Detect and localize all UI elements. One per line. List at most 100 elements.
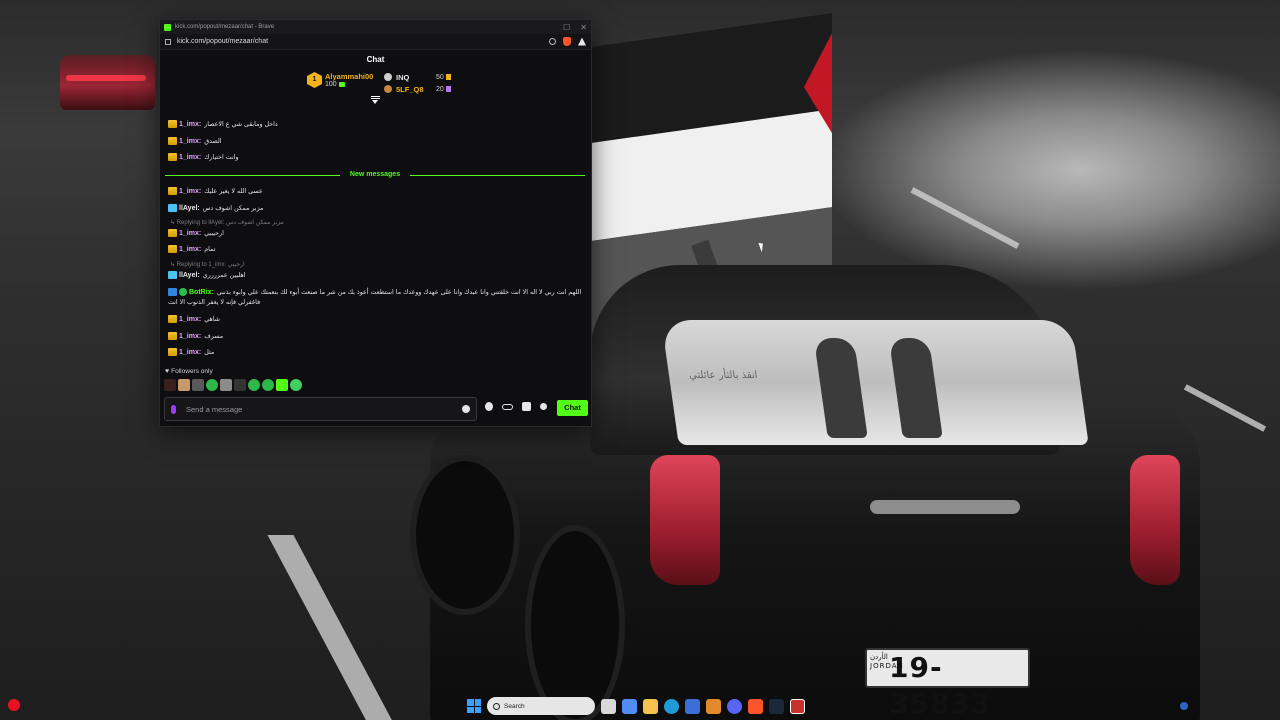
- chat-message[interactable]: 1_imx: ارحيبيي: [168, 229, 224, 237]
- brave-rewards-icon[interactable]: [578, 37, 586, 46]
- license-plate: الأردن JORDAN 19-35833: [865, 648, 1030, 720]
- brave-active-icon[interactable]: [790, 698, 805, 714]
- infinity-icon[interactable]: [502, 403, 513, 410]
- chat-message[interactable]: BotRix: اللهم انت ربي لا اله الا انت خلق…: [168, 288, 581, 296]
- brave-icon[interactable]: [748, 698, 763, 714]
- chat-text: مثل: [204, 348, 215, 356]
- reply-arrow-icon: ↳: [170, 220, 176, 226]
- chat-message[interactable]: 1_imx: داخل ومابقى شي ع الاعصار: [168, 120, 278, 128]
- chat-input[interactable]: Send a message: [164, 397, 477, 421]
- new-messages-divider[interactable]: New messages: [165, 170, 585, 180]
- emote-icon[interactable]: [276, 379, 288, 391]
- chat-message[interactable]: 1_imx: تمام: [168, 245, 215, 253]
- chat-text: تمام: [204, 245, 216, 253]
- emote-icon[interactable]: [262, 379, 274, 391]
- leaderboard-entry[interactable]: INQ 50: [384, 71, 451, 83]
- chat-username[interactable]: 1_imx:: [179, 121, 201, 128]
- chat-message[interactable]: 1_imx: مسرف: [168, 332, 223, 340]
- windows-start-icon[interactable]: [467, 699, 481, 713]
- address-bar[interactable]: kick.com/popout/mezaar/chat: [160, 34, 591, 50]
- subscriber-badge-icon: [168, 271, 177, 279]
- verified-badge-icon: [179, 288, 187, 296]
- brave-shield-icon[interactable]: [563, 37, 571, 46]
- collapse-leaderboard-icon[interactable]: [371, 96, 380, 104]
- emote-icon[interactable]: [290, 379, 302, 391]
- emoji-picker-icon[interactable]: [462, 405, 470, 413]
- leaderboard-entry[interactable]: 5LF_Q8 20: [384, 83, 451, 95]
- file-explorer-icon[interactable]: [643, 698, 658, 714]
- chat-message[interactable]: 1_imx: عسى الله لا يغير عليك: [168, 187, 263, 195]
- leaderboard-points: 50: [436, 73, 444, 81]
- store-icon[interactable]: [522, 402, 531, 411]
- emote-icon[interactable]: [220, 379, 232, 391]
- chat-header: Chat: [366, 55, 385, 64]
- gift-leaderboard: 1 Alyammahi00 100 INQ 50 5LF_Q8 20: [160, 70, 591, 104]
- chat-username[interactable]: 1_imx:: [179, 333, 201, 340]
- emote-icon[interactable]: [178, 379, 190, 391]
- store-app-icon[interactable]: [685, 698, 700, 714]
- copilot-icon[interactable]: [622, 698, 637, 714]
- zoom-icon[interactable]: [549, 38, 556, 45]
- taskbar-search[interactable]: Search: [487, 697, 595, 715]
- emote-icon[interactable]: [234, 379, 246, 391]
- taskbar: Search: [467, 697, 805, 715]
- emote-icon[interactable]: [192, 379, 204, 391]
- top-gifter-amount: 100: [325, 81, 337, 88]
- chat-text: عسى الله لا يغير عليك: [204, 187, 263, 195]
- mic-icon[interactable]: [171, 404, 176, 414]
- steam-icon[interactable]: [769, 698, 784, 714]
- rank-badge-icon: 1: [307, 72, 322, 88]
- new-messages-label: New messages: [349, 171, 401, 178]
- close-icon[interactable]: ✕: [580, 23, 587, 32]
- leaderboard-top-gifter[interactable]: 1 Alyammahi00 100: [307, 72, 373, 88]
- crown-badge-icon: [168, 332, 177, 340]
- chat-message-continued: فاغفرلي فإنه لا يغفر الذنوب الا انت: [168, 299, 260, 306]
- blender-icon[interactable]: [706, 698, 721, 714]
- silver-medal-icon: [384, 73, 392, 81]
- chat-message[interactable]: llAyel: مزبر ممكن اشوف دس: [168, 204, 263, 212]
- search-icon: [493, 702, 500, 710]
- chat-message[interactable]: 1_imx: الصدق: [168, 137, 222, 145]
- chat-username[interactable]: llAyel:: [179, 272, 200, 279]
- reply-context[interactable]: ↳ Replying to 1_imx: ارحيبي: [170, 261, 245, 268]
- chat-message[interactable]: 1_imx: شاهي: [168, 315, 220, 323]
- chat-message[interactable]: 1_imx: وانت اختيارك: [168, 153, 239, 161]
- chat-username[interactable]: 1_imx:: [179, 230, 201, 237]
- crown-badge-icon: [168, 229, 177, 237]
- chat-username[interactable]: 1_imx:: [179, 138, 201, 145]
- chat-username[interactable]: llAyel:: [179, 205, 200, 212]
- chat-text: داخل ومابقى شي ع الاعصار: [204, 120, 278, 128]
- emote-icon[interactable]: [248, 379, 260, 391]
- leaderboard-name: 5LF_Q8: [396, 84, 424, 94]
- users-icon[interactable]: [485, 402, 493, 411]
- crown-badge-icon: [168, 153, 177, 161]
- chat-username[interactable]: 1_imx:: [179, 246, 201, 253]
- emote-icon[interactable]: [164, 379, 176, 391]
- edge-icon[interactable]: [664, 698, 679, 714]
- chat-message[interactable]: llAyel: اهليين عمرررري: [168, 271, 245, 279]
- chat-message[interactable]: 1_imx: مثل: [168, 348, 214, 356]
- site-info-icon[interactable]: [165, 38, 171, 45]
- reply-context[interactable]: ↳ Replying to llAyel: مزبر ممكن اشوف دس: [170, 219, 284, 226]
- tray-icon[interactable]: [1180, 702, 1188, 710]
- chat-username[interactable]: 1_imx:: [179, 188, 201, 195]
- rear-window-decal: انقذ بالثأر عائلتي: [661, 320, 1089, 445]
- address-url[interactable]: kick.com/popout/mezaar/chat: [177, 38, 268, 45]
- maximize-icon[interactable]: ☐: [563, 23, 570, 32]
- crown-badge-icon: [168, 348, 177, 356]
- gear-icon[interactable]: [540, 403, 547, 410]
- chat-text: مسرف: [204, 332, 224, 340]
- taskbar-widgets[interactable]: [8, 699, 24, 713]
- kick-coin-icon: [338, 81, 345, 87]
- emote-icon[interactable]: [206, 379, 218, 391]
- notification-icon[interactable]: [8, 699, 20, 711]
- chat-username[interactable]: 1_imx:: [179, 316, 201, 323]
- task-view-icon[interactable]: [601, 698, 616, 714]
- discord-icon[interactable]: [727, 698, 742, 714]
- chat-input-placeholder[interactable]: Send a message: [186, 405, 242, 414]
- chat-username[interactable]: BotRix:: [189, 289, 214, 296]
- chat-send-button[interactable]: Chat: [557, 400, 588, 416]
- chat-username[interactable]: 1_imx:: [179, 349, 201, 356]
- taskbar-search-placeholder: Search: [504, 702, 525, 710]
- chat-username[interactable]: 1_imx:: [179, 154, 201, 161]
